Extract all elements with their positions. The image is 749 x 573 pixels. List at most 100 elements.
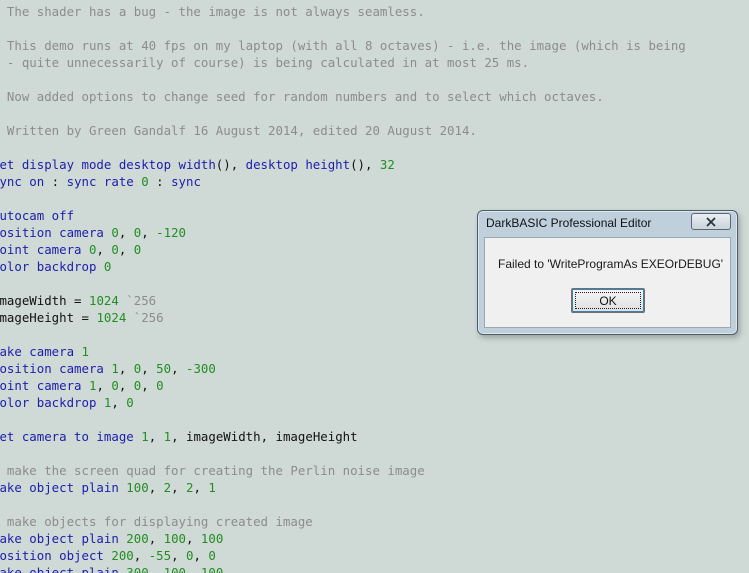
code-token: ,: [118, 225, 134, 240]
code-token: - quite unnecessarily of course) is bein…: [0, 55, 530, 70]
code-token: color backdrop: [0, 395, 97, 410]
code-token: ,: [171, 548, 186, 563]
close-button[interactable]: [691, 213, 731, 230]
code-line: position camera 1, 0, 50, -300: [0, 360, 216, 377]
code-token: ,: [118, 361, 134, 376]
code-token: color backdrop: [0, 259, 97, 274]
code-token: -55: [148, 548, 172, 563]
code-line: make object plain 200, 100, 100: [0, 530, 223, 547]
code-token: ,: [96, 378, 112, 393]
code-token: 50: [156, 361, 172, 376]
code-token: 0: [141, 174, 149, 189]
code-token: 1: [141, 429, 149, 444]
code-token: Now added options to change seed for ran…: [0, 89, 604, 104]
code-line: position object 200, -55, 0, 0: [0, 547, 216, 564]
code-token: 100: [163, 531, 186, 546]
code-line: autocam off: [0, 207, 74, 224]
code-token: ,: [148, 429, 164, 444]
code-token: point camera: [0, 242, 82, 257]
code-token: ,: [141, 361, 157, 376]
code-token: sync rate: [66, 174, 134, 189]
code-token: (),: [350, 157, 380, 172]
code-token: 2: [163, 480, 172, 495]
code-token: make object plain: [0, 531, 119, 546]
code-line: point camera 0, 0, 0: [0, 241, 141, 258]
code-token: 300: [126, 565, 149, 573]
code-token: 0: [111, 242, 119, 257]
code-token: ,: [133, 548, 149, 563]
code-token: 0: [103, 259, 112, 274]
code-token: ,: [141, 225, 157, 240]
code-line: make object plain 300, 100, 100: [0, 564, 223, 573]
code-token: `256: [118, 293, 157, 308]
code-line: - quite unnecessarily of course) is bein…: [0, 54, 529, 71]
code-token: :: [148, 174, 172, 189]
code-line: color backdrop 0: [0, 258, 111, 275]
code-token: 0: [208, 548, 216, 563]
ok-button[interactable]: OK: [571, 288, 645, 313]
code-token: position camera: [0, 361, 104, 376]
code-token: ` make the screen quad for creating the …: [0, 463, 425, 478]
code-token: make camera: [0, 344, 75, 359]
code-token: ,: [141, 378, 157, 393]
code-line: make object plain 100, 2, 2, 1: [0, 479, 216, 496]
dialog-message: Failed to 'WriteProgramAs EXEOrDEBUG': [498, 257, 724, 271]
code-token: 200: [126, 531, 149, 546]
code-token: ,: [171, 480, 186, 495]
code-token: 1: [81, 344, 89, 359]
code-token: set camera to image: [0, 429, 134, 444]
code-line: ` make the screen quad for creating the …: [0, 462, 425, 479]
code-token: desktop height: [245, 157, 351, 172]
code-token: 0: [111, 378, 119, 393]
code-token: ,: [148, 565, 164, 573]
code-line: imageHeight = 1024 `256: [0, 309, 164, 326]
code-line: make camera 1: [0, 343, 89, 360]
code-token: :: [44, 174, 67, 189]
code-token: 0: [133, 242, 142, 257]
code-token: -120: [156, 225, 186, 240]
code-token: ` make objects for displaying created im…: [0, 514, 313, 529]
code-line: The shader has a bug - the image is not …: [0, 3, 425, 20]
code-token: position object: [0, 548, 104, 563]
code-token: 1: [111, 361, 119, 376]
code-token: 200: [111, 548, 134, 563]
code-token: ,: [111, 395, 127, 410]
code-token: 1024: [88, 293, 119, 308]
code-token: Written by Green Gandalf 16 August 2014,…: [0, 123, 477, 138]
code-token: -300: [186, 361, 216, 376]
code-token: This demo runs at 40 fps on my laptop (w…: [0, 38, 686, 53]
code-token: 1024: [96, 310, 127, 325]
code-token: make object plain: [0, 565, 119, 573]
code-token: ,: [186, 531, 201, 546]
code-line: This demo runs at 40 fps on my laptop (w…: [0, 37, 686, 54]
close-icon: [706, 216, 716, 227]
code-line: set camera to image 1, 1, imageWidth, im…: [0, 428, 358, 445]
code-line: sync on : sync rate 0 : sync: [0, 173, 201, 190]
code-token: point camera: [0, 378, 82, 393]
code-token: ,: [186, 565, 201, 573]
code-token: ,: [193, 480, 209, 495]
code-line: point camera 1, 0, 0, 0: [0, 377, 164, 394]
code-token: 100: [200, 565, 224, 573]
code-line: Written by Green Gandalf 16 August 2014,…: [0, 122, 477, 139]
code-token: imageHeight =: [0, 310, 97, 325]
code-token: position camera: [0, 225, 104, 240]
code-token: 1: [208, 480, 216, 495]
code-line: ` make objects for displaying created im…: [0, 513, 313, 530]
dialog-title: DarkBASIC Professional Editor: [486, 216, 652, 230]
code-token: ,: [148, 531, 164, 546]
focus-rectangle: [575, 292, 641, 309]
code-token: ,: [171, 361, 186, 376]
code-token: 32: [379, 157, 395, 172]
code-token: ,: [118, 378, 134, 393]
code-line: imageWidth = 1024 `256: [0, 292, 156, 309]
dialog-body: Failed to 'WriteProgramAs EXEOrDEBUG' OK: [484, 237, 731, 328]
code-token: (),: [215, 157, 246, 172]
error-dialog: DarkBASIC Professional Editor Failed to …: [477, 210, 738, 335]
code-token: ,: [193, 548, 209, 563]
code-token: 100: [200, 531, 224, 546]
